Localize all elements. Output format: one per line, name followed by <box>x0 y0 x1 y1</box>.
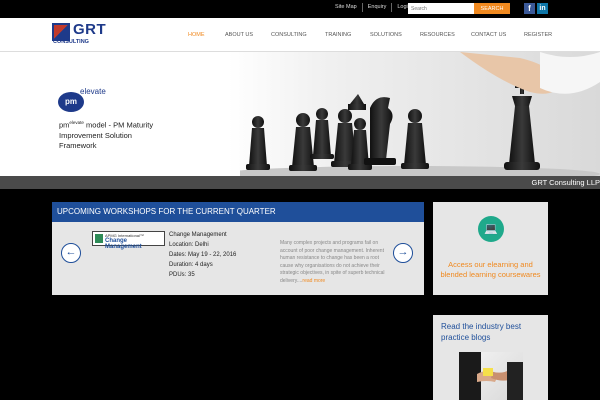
apmg-change-management-logo: APMG International™ Change Management <box>92 231 165 250</box>
elearning-box[interactable]: 💻 Access our elearning and blended learn… <box>433 202 548 295</box>
search-input[interactable] <box>408 3 474 14</box>
elevate-wordmark: elevate <box>80 87 106 96</box>
prev-arrow-icon[interactable]: ← <box>61 243 81 263</box>
hero-headline: pmelevate model - PM Maturity Improvemen… <box>59 118 169 151</box>
facebook-icon[interactable]: f <box>524 3 535 14</box>
workshop-description: Many complex projects and programs fail … <box>280 240 386 285</box>
apmg-logo-main: Change Management <box>105 238 142 250</box>
nav-resources[interactable]: RESOURCES <box>420 32 455 38</box>
ticker-bar: GRT Consulting LLP <box>0 176 600 189</box>
linkedin-icon[interactable]: in <box>537 3 548 14</box>
blogs-box[interactable]: Read the industry best practice blogs <box>433 315 548 400</box>
next-arrow-icon[interactable]: → <box>393 243 413 263</box>
read-more-link[interactable]: read more <box>302 278 325 284</box>
ticker-text: GRT Consulting LLP <box>531 178 600 187</box>
logo-name: GRT <box>73 21 107 38</box>
nav-consulting[interactable]: CONSULTING <box>271 32 307 38</box>
site-header: GRT CONSULTING HOME ABOUT US CONSULTING … <box>0 18 600 52</box>
workshop-pdus: PDUs: 35 <box>169 272 195 278</box>
utility-links: Site Map Enquiry Login <box>330 3 416 12</box>
apmg-mark-icon <box>95 234 103 243</box>
nav-training[interactable]: TRAINING <box>325 32 351 38</box>
search-button[interactable]: SEARCH <box>474 3 510 14</box>
top-utility-bar: Site Map Enquiry Login SEARCH f in <box>0 0 600 18</box>
nav-contact-us[interactable]: CONTACT US <box>471 32 506 38</box>
blogs-text[interactable]: Read the industry best practice blogs <box>441 321 541 343</box>
workshop-location: Location: Delhi <box>169 242 209 248</box>
logo-subtitle: CONSULTING <box>53 39 89 45</box>
elearning-text[interactable]: Access our elearning and blended learnin… <box>438 260 543 280</box>
chess-pieces-image <box>240 52 600 176</box>
workshops-panel: UPCOMING WORKSHOPS FOR THE CURRENT QUART… <box>52 202 424 295</box>
site-map-link[interactable]: Site Map <box>330 3 363 12</box>
workshop-description-text: Many complex projects and programs fail … <box>280 240 385 284</box>
laptop-icon: 💻 <box>478 216 504 242</box>
grt-logo[interactable]: GRT CONSULTING <box>52 21 106 47</box>
hero-pm-sup: elevate <box>69 120 84 125</box>
enquiry-link[interactable]: Enquiry <box>363 3 393 12</box>
workshop-details: Change Management Location: Delhi Dates:… <box>169 230 236 280</box>
workshop-dates: Dates: May 19 - 22, 2016 <box>169 252 237 258</box>
workshop-title[interactable]: Change Management <box>169 230 236 240</box>
workshop-duration: Duration: 4 days <box>169 262 213 268</box>
nav-home[interactable]: HOME <box>188 32 205 38</box>
nav-solutions[interactable]: SOLUTIONS <box>370 32 402 38</box>
nav-register[interactable]: REGISTER <box>524 32 552 38</box>
handshake-image <box>459 352 523 400</box>
workshops-heading: UPCOMING WORKSHOPS FOR THE CURRENT QUART… <box>52 202 424 222</box>
hero-pm-prefix: pm <box>59 120 70 130</box>
hero-banner[interactable]: pm elevate pmelevate model - PM Maturity… <box>0 52 600 176</box>
nav-about-us[interactable]: ABOUT US <box>225 32 253 38</box>
